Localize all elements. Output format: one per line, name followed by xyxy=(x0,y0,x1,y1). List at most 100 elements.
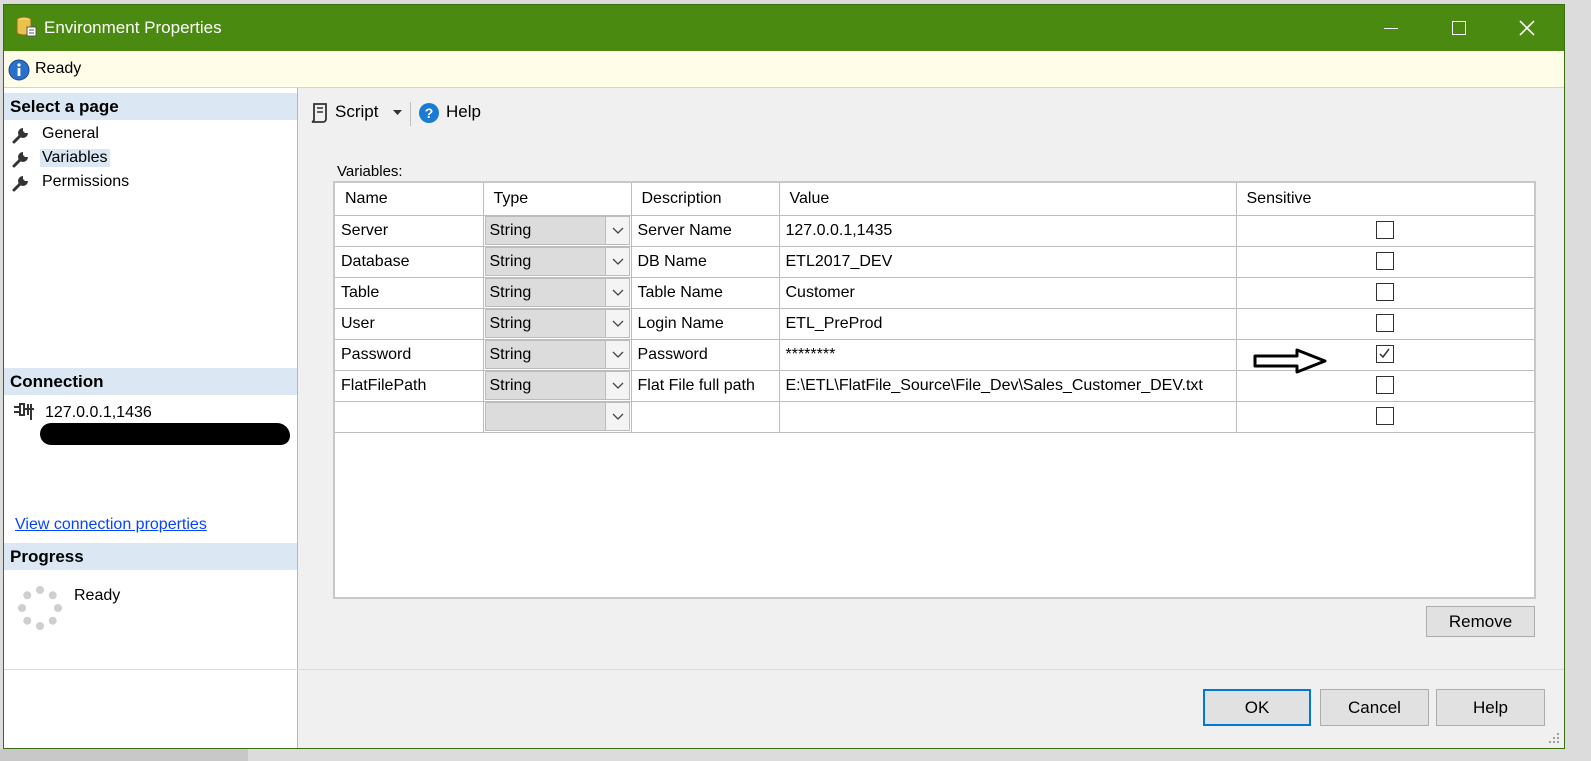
type-value: String xyxy=(489,346,532,363)
variable-type-cell[interactable]: String xyxy=(482,307,632,340)
ok-button[interactable]: OK xyxy=(1203,689,1311,726)
variable-type-cell[interactable]: String xyxy=(482,338,632,371)
variable-value-cell[interactable]: Customer xyxy=(778,276,1237,309)
chevron-down-icon xyxy=(612,413,623,420)
variables-grid: Name Type Description Value Sensitive Se… xyxy=(333,181,1536,599)
variable-description-cell[interactable]: Table Name xyxy=(630,276,780,309)
variable-description-cell[interactable]: Server Name xyxy=(630,214,780,247)
cancel-button[interactable]: Cancel xyxy=(1320,689,1429,726)
variable-description-cell[interactable] xyxy=(630,400,780,433)
variable-value-cell[interactable]: ETL2017_DEV xyxy=(778,245,1237,278)
variable-name-cell[interactable]: Database xyxy=(335,245,484,278)
type-dropdown[interactable]: String xyxy=(484,340,630,369)
type-dropdown[interactable]: String xyxy=(484,247,630,276)
table-row xyxy=(335,400,1534,433)
toolbar-separator xyxy=(410,102,411,126)
sensitive-checkbox[interactable] xyxy=(1376,314,1395,333)
chevron-down-icon[interactable] xyxy=(393,110,402,116)
status-bar: Ready xyxy=(4,51,1564,88)
window-title: Environment Properties xyxy=(44,18,222,37)
variable-type-cell[interactable]: String xyxy=(482,276,632,309)
script-label: Script xyxy=(335,102,379,121)
table-row: FlatFilePath String Flat File full path E:\… xyxy=(335,369,1534,402)
connection-plug-icon xyxy=(14,403,34,420)
resize-grip-icon[interactable] xyxy=(1548,732,1560,744)
type-value: String xyxy=(489,253,532,270)
variable-value-cell[interactable]: ETL_PreProd xyxy=(778,307,1237,340)
variable-name-cell[interactable]: Table xyxy=(335,276,484,309)
help-button[interactable]: Help xyxy=(1436,689,1545,726)
table-row: Database String DB Name ETL2017_DEV xyxy=(335,245,1534,278)
variable-type-cell[interactable]: String xyxy=(482,214,632,247)
type-dropdown[interactable]: String xyxy=(484,371,630,400)
type-dropdown[interactable]: String xyxy=(484,216,630,245)
column-header-sensitive[interactable]: Sensitive xyxy=(1235,183,1534,216)
connection-header: Connection xyxy=(4,368,297,395)
type-dropdown[interactable] xyxy=(484,402,630,431)
variable-sensitive-cell xyxy=(1235,214,1534,247)
variable-value-cell[interactable]: E:\ETL\FlatFile_Source\File_Dev\Sales_Cu… xyxy=(778,369,1237,402)
variable-name-cell[interactable]: User xyxy=(335,307,484,340)
sensitive-checkbox[interactable] xyxy=(1376,407,1395,426)
view-connection-properties-link[interactable]: View connection properties xyxy=(15,516,207,534)
connection-server: 127.0.0.1,1436 xyxy=(45,404,152,421)
table-row: Server String Server Name 127.0.0.1,1435 xyxy=(335,214,1534,247)
dropdown-button[interactable] xyxy=(604,248,629,275)
environment-properties-dialog: Environment Properties Ready Select a pa… xyxy=(3,4,1565,749)
toolbar-help-button[interactable]: ? Help xyxy=(418,101,488,125)
sensitive-checkbox[interactable] xyxy=(1376,283,1395,302)
wrench-icon xyxy=(12,128,28,144)
variable-description-cell[interactable]: DB Name xyxy=(630,245,780,278)
type-value: String xyxy=(489,315,532,332)
minimize-button[interactable] xyxy=(1358,5,1424,51)
column-header-name[interactable]: Name xyxy=(335,183,484,216)
redaction-mark xyxy=(40,423,290,445)
variable-type-cell[interactable]: String xyxy=(482,245,632,278)
variable-name-cell[interactable]: Server xyxy=(335,214,484,247)
variable-value-cell[interactable] xyxy=(778,400,1237,433)
maximize-button[interactable] xyxy=(1426,5,1492,51)
type-dropdown[interactable]: String xyxy=(484,309,630,338)
variable-type-cell[interactable]: String xyxy=(482,369,632,402)
dropdown-button[interactable] xyxy=(604,403,629,430)
close-button[interactable] xyxy=(1494,5,1560,51)
sensitive-checkbox[interactable] xyxy=(1376,376,1395,395)
remove-button[interactable]: Remove xyxy=(1426,606,1535,637)
column-header-value[interactable]: Value xyxy=(778,183,1237,216)
variable-description-cell[interactable]: Login Name xyxy=(630,307,780,340)
sensitive-checkbox[interactable] xyxy=(1376,345,1395,364)
dropdown-button[interactable] xyxy=(604,310,629,337)
chevron-down-icon xyxy=(612,320,623,327)
variable-description-cell[interactable]: Password xyxy=(630,338,780,371)
progress-title: Progress xyxy=(10,547,84,566)
title-bar[interactable]: Environment Properties xyxy=(4,5,1564,51)
grid-header-row: Name Type Description Value Sensitive xyxy=(335,183,1534,216)
variable-value-cell[interactable]: ******** xyxy=(778,338,1237,371)
variable-value-cell[interactable]: 127.0.0.1,1435 xyxy=(778,214,1237,247)
type-dropdown[interactable]: String xyxy=(484,278,630,307)
dropdown-button[interactable] xyxy=(604,279,629,306)
dropdown-button[interactable] xyxy=(604,217,629,244)
variable-name-cell[interactable]: FlatFilePath xyxy=(335,369,484,402)
script-button[interactable]: Script xyxy=(309,101,407,125)
info-icon xyxy=(8,59,30,81)
progress-status: Ready xyxy=(74,587,121,604)
column-header-type[interactable]: Type xyxy=(482,183,632,216)
variable-type-cell[interactable] xyxy=(482,400,632,433)
chevron-down-icon xyxy=(612,382,623,389)
wrench-icon xyxy=(12,176,28,192)
variable-name-cell[interactable]: Password xyxy=(335,338,484,371)
dropdown-button[interactable] xyxy=(604,372,629,399)
dropdown-button[interactable] xyxy=(604,341,629,368)
page-item-label: Variables xyxy=(40,149,110,167)
table-row: Password String Password ******** xyxy=(335,338,1534,371)
variable-name-cell[interactable] xyxy=(335,400,484,433)
variable-description-cell[interactable]: Flat File full path xyxy=(630,369,780,402)
sensitive-checkbox[interactable] xyxy=(1376,252,1395,271)
table-row: User String Login Name ETL_PreProd xyxy=(335,307,1534,340)
column-header-description[interactable]: Description xyxy=(630,183,780,216)
help-icon: ? xyxy=(419,103,439,123)
database-app-icon xyxy=(16,16,37,37)
type-value: String xyxy=(489,377,532,394)
sensitive-checkbox[interactable] xyxy=(1376,221,1395,240)
